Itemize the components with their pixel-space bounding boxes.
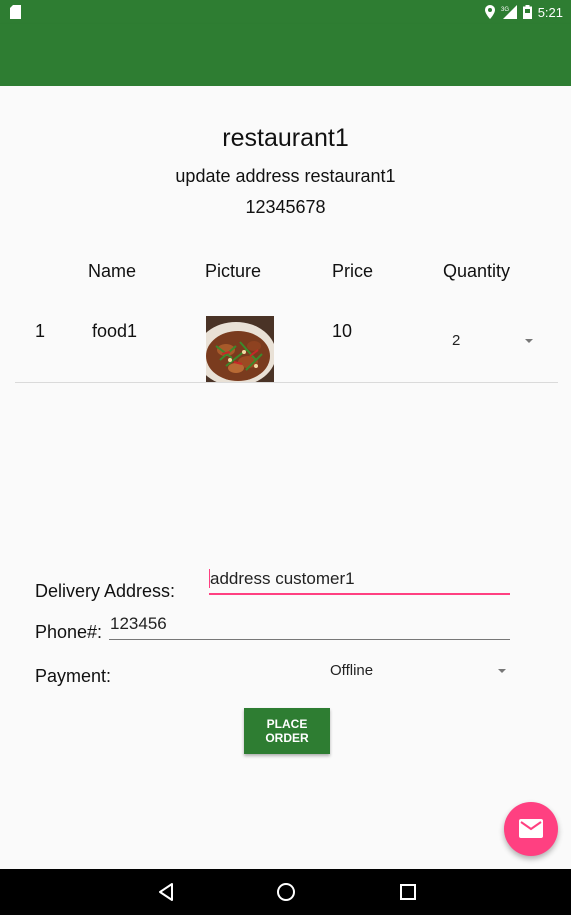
mail-icon	[519, 819, 543, 838]
home-icon[interactable]	[275, 881, 297, 903]
status-icons: 3G 5:21	[484, 4, 563, 20]
phone-input[interactable]: 123456	[109, 612, 510, 640]
phone-value: 123456	[110, 614, 167, 633]
delivery-address-input[interactable]: address customer1	[209, 567, 510, 595]
status-bar: 3G 5:21	[0, 0, 571, 24]
order-screen: restaurant1 update address restaurant1 1…	[0, 86, 571, 869]
delivery-address-label: Delivery Address:	[35, 581, 176, 601]
chevron-down-icon	[525, 339, 533, 343]
mail-fab-button[interactable]	[504, 802, 558, 856]
back-icon[interactable]	[155, 881, 177, 903]
payment-dropdown[interactable]: Offline	[320, 660, 510, 684]
delivery-address-value: address customer1	[210, 569, 355, 588]
signal-icon: 3G	[501, 5, 517, 19]
row-index: 1	[35, 321, 46, 341]
place-order-button[interactable]: PLACE ORDER	[244, 708, 330, 754]
app-bar	[0, 24, 571, 86]
location-icon	[484, 5, 495, 19]
column-header-quantity: Quantity	[443, 261, 511, 281]
restaurant-phone: 12345678	[245, 197, 326, 217]
phone-label: Phone#:	[35, 622, 103, 642]
restaurant-name: restaurant1	[222, 124, 349, 152]
column-header-picture: Picture	[205, 261, 262, 281]
sd-card-icon	[10, 5, 21, 19]
recents-icon[interactable]	[397, 881, 419, 903]
battery-icon	[522, 5, 532, 19]
column-header-name: Name	[88, 261, 137, 281]
system-navigation-bar	[0, 869, 571, 915]
network-type-label: 3G	[501, 7, 509, 13]
payment-label: Payment:	[35, 666, 112, 686]
input-underline	[109, 639, 510, 640]
status-time: 5:21	[537, 4, 563, 20]
input-underline	[209, 593, 510, 595]
food-picture	[206, 316, 274, 382]
column-header-price: Price	[332, 261, 374, 281]
food-price: 10	[332, 321, 353, 341]
quantity-value: 2	[452, 332, 461, 349]
payment-value: Offline	[330, 662, 374, 679]
restaurant-address: update address restaurant1	[175, 166, 396, 186]
bottom-strip	[0, 915, 571, 920]
row-divider	[15, 382, 558, 383]
food-name: food1	[92, 321, 138, 341]
chevron-down-icon	[498, 669, 506, 673]
quantity-dropdown[interactable]: 2	[443, 328, 543, 354]
